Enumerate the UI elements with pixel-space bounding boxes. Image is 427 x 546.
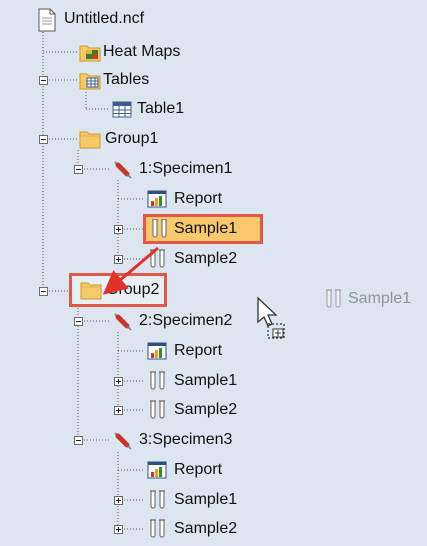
tree-node-s3-sample1[interactable]: Sample1: [146, 485, 237, 515]
tree-node-label: Sample1: [174, 372, 238, 389]
test-tubes-icon: [146, 370, 168, 392]
test-tubes-icon: [146, 489, 168, 511]
test-tubes-icon: [146, 399, 168, 421]
drag-ghost-label: Sample1: [348, 290, 412, 307]
syringe-icon: [111, 310, 133, 332]
tree-node-s2-report[interactable]: Report: [146, 336, 222, 366]
tree-node-label: 2:Specimen2: [139, 312, 233, 329]
project-tree[interactable]: Untitled.ncf Heat Maps Tables Table1 Gro…: [0, 0, 427, 546]
tree-node-label: 3:Specimen3: [139, 431, 233, 448]
drag-ghost-sample1: Sample1: [322, 288, 411, 310]
tree-node-specimen3[interactable]: 3:Specimen3: [111, 425, 232, 455]
tree-node-specimen2[interactable]: 2:Specimen2: [111, 306, 232, 336]
drag-cursor-icon: [256, 296, 290, 347]
test-tubes-icon: [146, 518, 168, 540]
tree-node-s2-sample2[interactable]: Sample2: [146, 395, 237, 425]
tree-node-label: Report: [174, 461, 223, 478]
tree-node-label: Sample1: [174, 491, 238, 508]
test-tubes-icon: [322, 288, 344, 310]
tree-node-label: Report: [174, 342, 223, 359]
syringe-icon: [111, 429, 133, 451]
report-chart-icon: [146, 459, 168, 481]
tree-node-s2-sample1[interactable]: Sample1: [146, 366, 237, 396]
tree-node-label: Sample2: [174, 520, 238, 537]
report-chart-icon: [146, 340, 168, 362]
tree-node-s3-sample2[interactable]: Sample2: [146, 514, 237, 544]
tree-node-s3-report[interactable]: Report: [146, 455, 222, 485]
tree-node-label: Sample2: [174, 401, 238, 418]
